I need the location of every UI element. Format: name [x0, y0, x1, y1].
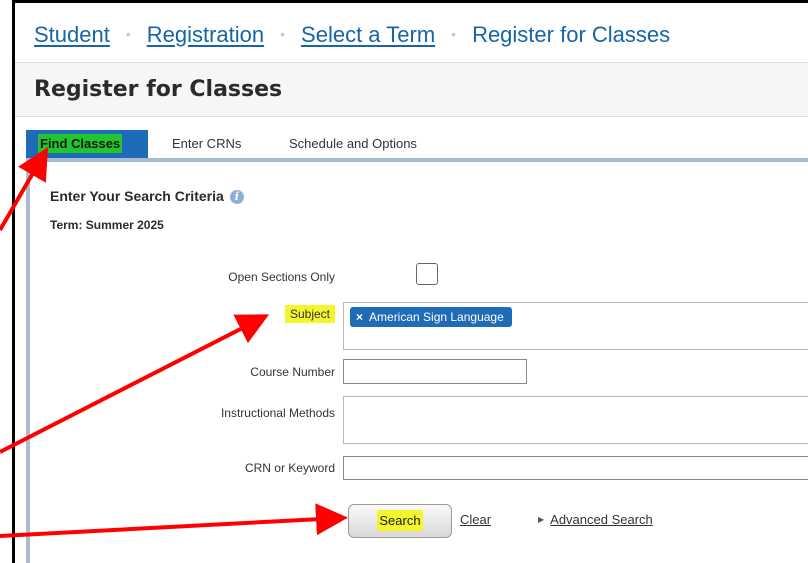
clear-link[interactable]: Clear [460, 512, 491, 527]
open-sections-checkbox[interactable] [416, 263, 438, 285]
tab-find-classes-label: Find Classes [38, 134, 123, 153]
search-button[interactable]: Search [348, 504, 452, 538]
subject-label-text: Subject [284, 305, 335, 323]
tab-schedule-options[interactable]: Schedule and Options [289, 130, 417, 158]
breadcrumb-separator: • [125, 26, 131, 42]
frame-border-top [12, 0, 808, 3]
instructional-methods-input[interactable] [343, 396, 808, 444]
page-title: Register for Classes [34, 77, 283, 102]
breadcrumb: Student • Registration • Select a Term • Regis… [34, 22, 670, 48]
tab-find-classes[interactable]: Find Classes [26, 130, 148, 158]
breadcrumb-current: Register for Classes [472, 22, 671, 47]
search-criteria-title-text: Enter Your Search Criteria [50, 188, 224, 204]
search-criteria-title: Enter Your Search Criteria i [50, 188, 244, 204]
expand-triangle-icon: ▶ [538, 515, 545, 524]
title-bar: Register for Classes [15, 62, 808, 117]
breadcrumb-select-term[interactable]: Select a Term [301, 22, 435, 47]
advanced-search-label: Advanced Search [550, 512, 653, 527]
tab-enter-crns[interactable]: Enter CRNs [172, 130, 241, 158]
course-number-label: Course Number [250, 365, 335, 379]
info-icon[interactable]: i [229, 190, 244, 204]
advanced-search-link[interactable]: ▶ Advanced Search [538, 512, 653, 527]
subject-label: Subject [160, 305, 335, 323]
breadcrumb-registration[interactable]: Registration [147, 22, 264, 47]
remove-chip-icon[interactable]: × [356, 310, 363, 324]
breadcrumb-separator: • [451, 26, 457, 42]
search-panel: Enter Your Search Criteria i Term: Summer… [26, 166, 808, 563]
open-sections-label: Open Sections Only [228, 270, 335, 284]
subject-chip: × American Sign Language [350, 307, 512, 327]
instructional-methods-label: Instructional Methods [220, 406, 335, 420]
tab-bar: Find Classes Enter CRNs Schedule and Opt… [26, 130, 808, 162]
term-label: Term: Summer 2025 [50, 218, 164, 232]
subject-chip-label: American Sign Language [369, 310, 504, 324]
crn-keyword-label: CRN or Keyword [244, 461, 335, 475]
breadcrumb-student[interactable]: Student [34, 22, 110, 47]
course-number-input[interactable] [343, 359, 527, 384]
subject-input[interactable]: × American Sign Language [343, 302, 808, 350]
breadcrumb-separator: • [280, 26, 286, 42]
search-button-label: Search [377, 510, 423, 531]
crn-keyword-input[interactable] [343, 456, 808, 480]
